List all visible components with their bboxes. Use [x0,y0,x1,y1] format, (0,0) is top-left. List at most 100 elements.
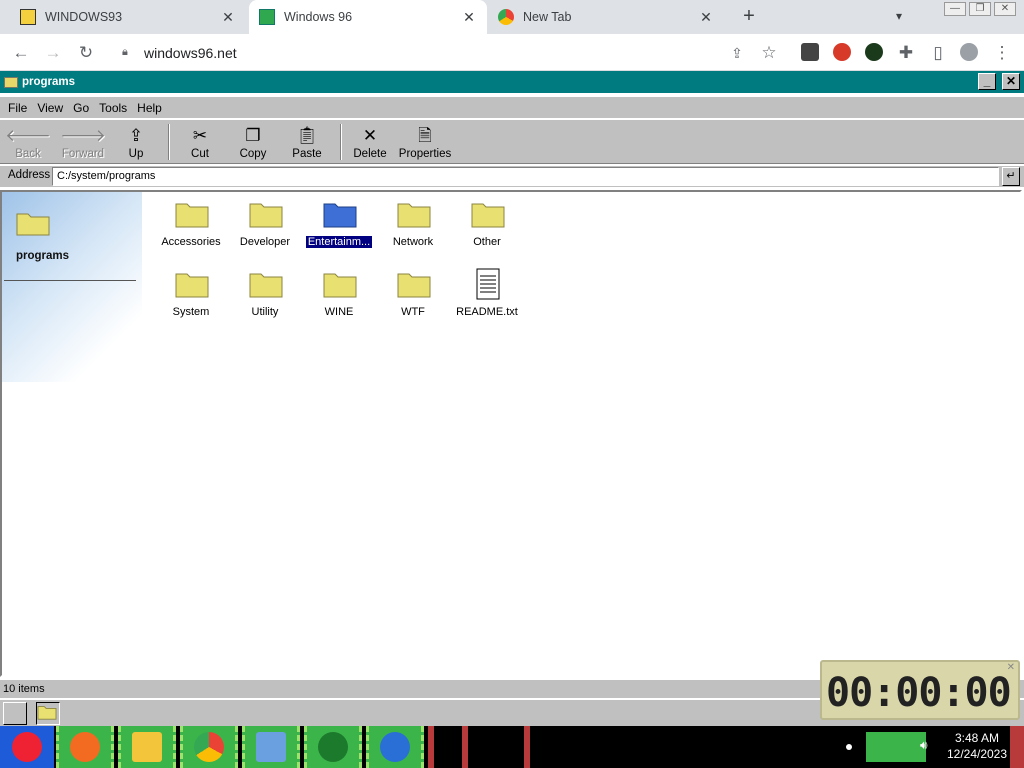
back-button[interactable]: 🡐 Back [5,122,51,162]
menubar: File View Go Tools Help [0,96,1024,118]
volume-icon[interactable]: 🔊︎ [920,738,928,753]
folder-info-pane: programs [2,192,142,382]
tab-title: WINDOWS93 [45,10,123,24]
show-desktop-button[interactable] [1010,726,1024,768]
copy-label: Copy [239,148,267,160]
menu-help[interactable]: Help [132,101,167,115]
close-window-icon[interactable]: ✕ [994,2,1016,16]
clipboard-icon: 📋︎ [296,126,318,145]
folder-wtf[interactable]: WTF [376,264,450,326]
omnibox[interactable]: 🔒︎ windows96.net [108,38,790,67]
minimize-icon[interactable]: — [944,2,966,16]
back-arrow-icon[interactable]: ← [10,42,32,64]
cut-button[interactable]: ✂ Cut [186,122,214,162]
folder-utility[interactable]: Utility [228,264,302,326]
pin-chrome[interactable] [180,726,238,768]
paste-button[interactable]: 📋︎ Paste [291,122,323,162]
folder-developer[interactable]: Developer [228,194,302,256]
windows96-icon [259,9,275,25]
folder-icon [16,213,50,236]
folder-other[interactable]: Other [450,194,524,256]
folder-icon [175,273,209,298]
host-taskbar: 🔊︎ 3:48 AM 12/24/2023 [0,726,1024,768]
close-icon[interactable]: ✕ [220,9,236,26]
properties-button[interactable]: 🗎 Properties [399,122,451,162]
file-readme[interactable]: README.txt [450,264,524,326]
toolbar-separator [340,124,342,160]
address-input[interactable]: C:/system/programs [52,167,999,186]
menu-file[interactable]: File [3,101,32,115]
delete-label: Delete [353,148,387,160]
globe-icon [380,732,410,762]
pin-firefox[interactable] [56,726,114,768]
folder-network[interactable]: Network [376,194,450,256]
windows93-icon [20,9,36,25]
close-button[interactable]: ✕ [1002,73,1020,90]
kebab-menu-icon[interactable]: ⋮ [991,42,1013,64]
start-icon[interactable] [3,702,27,725]
folder-icon [37,706,57,720]
minimize-button[interactable]: _ [978,73,996,90]
tab-title: Windows 96 [284,10,353,24]
folder-accessories[interactable]: Accessories [154,194,228,256]
extension-icon[interactable] [801,43,819,61]
restore-icon[interactable]: ❐ [969,2,991,16]
explorer-toolbar: 🡐 Back 🡒 Forward ⇪ Up ✂ Cut ❐ Copy 📋︎ Pa… [0,119,1024,164]
window-titlebar[interactable]: programs _ ✕ [0,71,1024,93]
share-icon[interactable]: ⇪ [726,42,748,64]
menu-tools[interactable]: Tools [94,101,132,115]
address-label: Address [8,169,51,181]
pin-xmas-tree[interactable] [304,726,362,768]
go-button[interactable]: ↵ [1002,167,1020,186]
paste-label: Paste [292,148,322,160]
tomato-extension-icon[interactable] [833,43,851,61]
folder-entertainment[interactable]: Entertainm... [302,194,376,256]
menu-view[interactable]: View [32,101,68,115]
delete-button[interactable]: ✕ Delete [352,122,388,162]
tab-new-tab[interactable]: New Tab ✕ [488,0,724,34]
forward-button[interactable]: 🡒 Forward [60,122,106,162]
tab-windows93[interactable]: WINDOWS93 ✕ [10,0,246,34]
up-label: Up [128,148,144,160]
item-label: Network [392,236,434,248]
explorer-task-button[interactable] [36,702,60,725]
cut-label: Cut [191,148,209,160]
close-icon[interactable]: ✕ [1007,662,1015,673]
reload-icon[interactable]: ↻ [75,42,97,64]
chrome-icon [498,9,514,25]
pin-app[interactable] [366,726,424,768]
pin-file-explorer[interactable] [118,726,176,768]
item-label: Utility [251,306,279,318]
file-explorer-icon [132,732,162,762]
side-panel-icon[interactable]: ▯ [927,42,949,64]
forward-label: Forward [61,148,105,160]
tree-icon [318,732,348,762]
menu-go[interactable]: Go [68,101,94,115]
copy-button[interactable]: ❐ Copy [238,122,268,162]
up-button[interactable]: ⇪ Up [122,122,150,162]
system-tray[interactable] [866,732,926,762]
window-controls: — ❐ ✕ [944,2,1016,16]
stopwatch-widget[interactable]: 00:00:00 ✕ [820,660,1020,720]
close-icon[interactable]: ✕ [698,9,714,26]
profile-avatar[interactable] [960,43,978,61]
new-tab-button[interactable]: + [738,6,760,28]
tab-windows96[interactable]: Windows 96 ✕ [249,0,487,34]
url-text: windows96.net [144,44,237,61]
forward-arrow-icon[interactable]: → [42,42,64,64]
taskbar-clock[interactable]: 3:48 AM 12/24/2023 [940,730,1014,762]
item-label: Accessories [161,236,221,248]
folder-system[interactable]: System [154,264,228,326]
close-icon[interactable]: ✕ [461,9,477,26]
file-view[interactable]: programs Accessories Developer Entertain… [0,190,1022,677]
puzzle-icon[interactable]: ✚ [895,42,917,64]
folder-icon [471,203,505,228]
shield-extension-icon[interactable] [865,43,883,61]
scissors-icon: ✂ [192,126,208,145]
tab-search-icon[interactable]: ▾ [896,9,902,23]
bookmark-star-icon[interactable]: ☆ [758,42,780,64]
back-arrow-icon: 🡐 [5,126,51,145]
pin-paint[interactable] [242,726,300,768]
start-button[interactable] [0,726,54,768]
folder-wine[interactable]: WINE [302,264,376,326]
